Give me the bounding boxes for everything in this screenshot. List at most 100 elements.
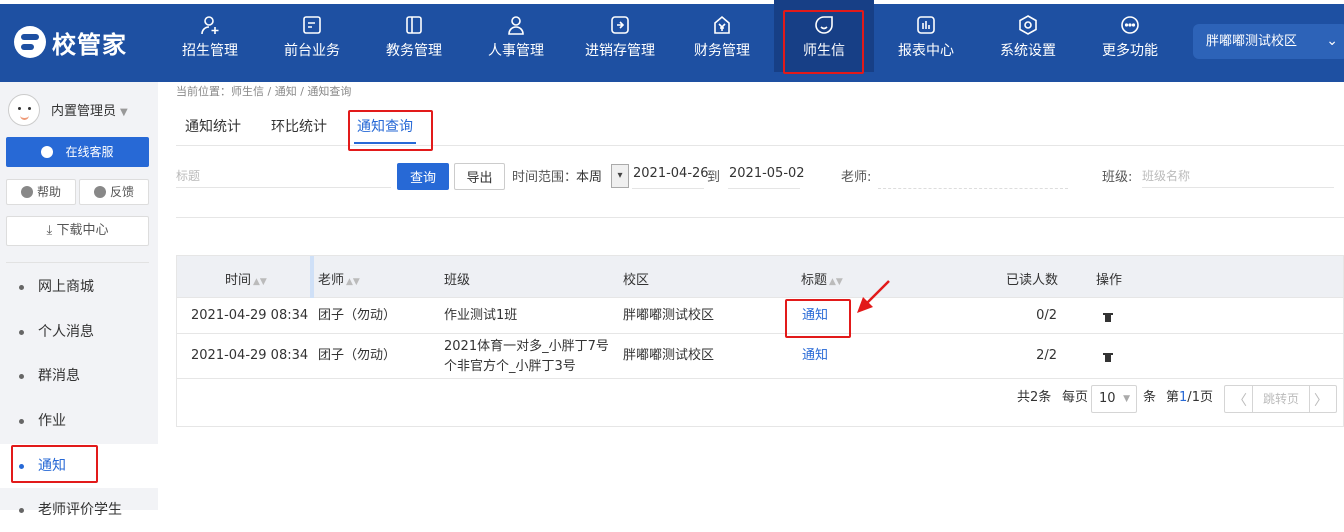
nav-item-inventory[interactable]: 进销存管理	[570, 0, 670, 72]
sidebar-item-group-messages[interactable]: 群消息	[0, 354, 158, 398]
pager-total: 共2条	[1017, 386, 1051, 405]
col-header-teacher[interactable]: 老师 ▲▼	[318, 269, 360, 288]
campus-selector[interactable]: 胖嘟嘟测试校区 ⌄	[1193, 24, 1344, 59]
jump-page-input[interactable]: 跳转页	[1252, 386, 1310, 412]
col-header-title[interactable]: 标题 ▲▼	[801, 269, 843, 288]
pager-total-pages: 1	[1191, 390, 1200, 405]
cell-class: 作业测试1班	[444, 308, 518, 323]
query-button[interactable]: 查询	[397, 163, 449, 190]
table-row: 2021-04-29 08:34 团子（勿动） 2021体育一对多_小胖丁7号 …	[177, 335, 1343, 379]
nav-item-more[interactable]: 更多功能	[1080, 0, 1180, 72]
nav-label: 教务管理	[386, 43, 442, 59]
per-page-suffix: 条	[1143, 390, 1157, 405]
cell-read-count: 2/2	[1036, 348, 1057, 363]
class-name-input[interactable]	[1142, 164, 1334, 188]
screen-icon	[303, 16, 321, 34]
chevron-left-icon[interactable]: 〈	[1233, 390, 1247, 410]
time-range-dropdown[interactable]: ▾	[611, 164, 629, 188]
download-label: 下载中心	[56, 223, 109, 238]
chevron-down-icon: ▾	[617, 170, 623, 181]
column-resize-handle[interactable]	[310, 256, 314, 298]
chevron-down-icon: ⌄	[1326, 33, 1338, 49]
teacher-label: 老师:	[841, 170, 872, 185]
main-content: 当前位置：师生信 / 通知 / 通知查询 通知统计 环比统计 通知查询 查询 导…	[158, 82, 1344, 510]
logo-icon	[14, 26, 46, 58]
cell-time: 2021-04-29 08:34	[191, 348, 309, 363]
online-service-button[interactable]: 在线客服	[6, 137, 149, 167]
feedback-button[interactable]: 反馈	[79, 179, 149, 205]
nav-label: 更多功能	[1102, 43, 1158, 59]
page-size-select[interactable]: 10 ▼	[1091, 385, 1137, 413]
nav-item-front-desk[interactable]: 前台业务	[262, 0, 362, 72]
tab-notice-stats[interactable]: 通知统计	[185, 116, 241, 136]
campus-name: 胖嘟嘟测试校区	[1206, 34, 1298, 49]
sidebar-item-mall[interactable]: 网上商城	[0, 265, 158, 309]
download-center-button[interactable]: ⤓ 下载中心	[6, 216, 149, 246]
delete-icon[interactable]	[1103, 352, 1113, 363]
help-button[interactable]: 帮助	[6, 179, 76, 205]
nav-item-messaging[interactable]: 师生信	[774, 0, 874, 72]
time-range-select-value[interactable]: 本周	[576, 166, 602, 185]
cell-time: 2021-04-29 08:34	[191, 308, 309, 323]
notice-title-link[interactable]: 通知	[802, 346, 828, 366]
caret-down-icon: ▼	[1123, 394, 1130, 404]
start-date-field[interactable]: 2021-04-26	[633, 166, 709, 181]
col-header-label: 时间	[225, 273, 252, 288]
cell-teacher: 团子（勿动）	[318, 308, 397, 323]
sort-icon: ▲▼	[253, 277, 267, 287]
sidebar-item-notice[interactable]: 通知	[0, 444, 158, 488]
feedback-icon	[93, 186, 106, 198]
end-date-field[interactable]: 2021-05-02	[729, 166, 805, 181]
chevron-right-icon[interactable]: 〉	[1314, 390, 1328, 410]
app-logo[interactable]: 校管家	[14, 24, 127, 60]
book-icon	[406, 16, 422, 34]
tab-notice-query[interactable]: 通知查询	[357, 116, 413, 136]
nav-item-reports[interactable]: 报表中心	[876, 0, 976, 72]
sidebar-item-label: 网上商城	[38, 279, 94, 295]
filter-divider	[176, 217, 1344, 218]
tab-ratio-stats[interactable]: 环比统计	[271, 116, 327, 136]
logo-text: 校管家	[52, 30, 127, 59]
chat-icon	[815, 16, 833, 34]
bullet	[19, 374, 24, 379]
cell-class-line1: 2021体育一对多_小胖丁7号	[444, 339, 609, 354]
nav-item-settings[interactable]: 系统设置	[978, 0, 1078, 72]
col-header-label: 标题	[801, 273, 828, 288]
top-nav-bar: 校管家 招生管理 前台业务 教务管理 人事管理 进销存管理 财务管理 师生信 报…	[0, 0, 1344, 82]
chat-bubble-icon	[41, 146, 54, 158]
col-header-class: 班级	[444, 273, 471, 288]
pager-text: 共	[1017, 390, 1031, 405]
sidebar-item-personal-messages[interactable]: 个人消息	[0, 310, 158, 354]
user-menu[interactable]: 内置管理员 ▼	[51, 100, 128, 119]
nav-item-admissions[interactable]: 招生管理	[160, 0, 260, 72]
sidebar-item-homework[interactable]: 作业	[0, 399, 158, 443]
class-label: 班级:	[1102, 170, 1133, 185]
sidebar-item-teacher-evaluation[interactable]: 老师评价学生	[0, 488, 158, 532]
yen-icon	[714, 15, 730, 34]
breadcrumb: 当前位置：师生信 / 通知 / 通知查询	[176, 85, 352, 98]
sidebar-divider	[6, 262, 149, 263]
nav-item-academic[interactable]: 教务管理	[364, 0, 464, 72]
help-label: 帮助	[36, 185, 61, 199]
nav-item-hr[interactable]: 人事管理	[466, 0, 566, 72]
nav-label: 前台业务	[284, 43, 340, 59]
notice-title-link[interactable]: 通知	[802, 306, 828, 326]
nav-item-finance[interactable]: 财务管理	[672, 0, 772, 72]
title-search-input[interactable]	[176, 164, 391, 188]
teacher-field[interactable]	[878, 188, 1068, 189]
col-header-time[interactable]: 时间 ▲▼	[225, 269, 267, 288]
pager-text: 条	[1038, 390, 1052, 405]
user-name: 内置管理员	[51, 104, 117, 119]
delete-icon[interactable]	[1103, 312, 1113, 323]
person-icon	[508, 16, 524, 35]
online-service-label: 在线客服	[65, 145, 114, 159]
bullet	[19, 419, 24, 424]
cell-class-line2: 个非官方个_小胖丁3号	[444, 359, 576, 374]
avatar[interactable]	[8, 94, 40, 126]
sidebar-item-label: 作业	[38, 413, 66, 429]
export-button[interactable]: 导出	[454, 163, 505, 190]
bullet	[19, 285, 24, 290]
sidebar-item-label: 通知	[38, 458, 66, 474]
caret-down-icon: ▼	[120, 107, 128, 118]
page-size-value: 10	[1099, 391, 1116, 406]
